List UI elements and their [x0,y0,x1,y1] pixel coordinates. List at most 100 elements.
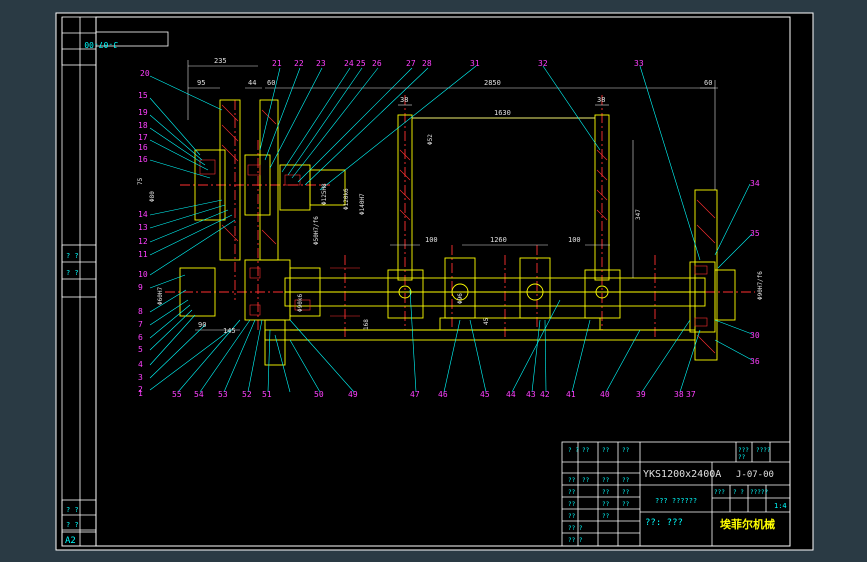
dim-phi50: Φ50H7/f6 [313,216,320,245]
balloon-right: 36 [750,357,760,366]
tb-cell: ??? [738,447,749,454]
dim-38-left: 38 [400,96,408,104]
balloon-left: 7 [138,320,143,329]
dim-phi90: Φ90k6 [297,294,304,312]
balloon-bottom: 51 [262,390,272,399]
balloon-left: 14 [138,210,148,219]
drawing-code-top: J-07-00 [84,40,118,49]
balloon-left: 16 [138,155,148,164]
tb-cell: ?? ? [568,537,583,544]
balloon-left: 12 [138,237,148,246]
balloon-left: 6 [138,333,143,342]
tb-cell: ?? [568,477,576,484]
balloon-right: 34 [750,179,760,188]
dim-347: 347 [635,209,642,220]
balloon-bottom: 54 [194,390,204,399]
tb-cell: ?? [622,501,630,508]
dim-60-right: 60 [704,79,712,87]
balloon-top: 21 [272,59,282,68]
tb-cell: ?? [602,501,610,508]
balloon-bottom: 46 [438,390,448,399]
balloon-right: 35 [750,229,760,238]
balloon-left: 16 [138,143,148,152]
balloon-left: 3 [138,373,143,382]
dim-phi52: Φ52 [427,134,434,145]
balloon-bottom: 55 [172,390,182,399]
dim-100-right: 100 [568,236,581,244]
balloon-left: 5 [138,345,143,354]
dim-235: 235 [214,57,227,65]
tb-cell: ?? [738,454,746,461]
balloon-left: 9 [138,283,143,292]
tb-cell: ??? [714,489,725,496]
balloon-bottom: 42 [540,390,550,399]
balloon-left: 1 [138,389,143,398]
tb-cell: ?? [568,513,576,520]
tb-cell: ?? [602,447,610,454]
balloon-left: 10 [138,270,148,279]
balloon-top: 20 [140,69,150,78]
balloon-top: 28 [422,59,432,68]
tb-cell: ?? [568,501,576,508]
dim-phi140: Φ140H7 [359,193,366,215]
dim-1260: 1260 [490,236,507,244]
balloon-left: 8 [138,307,143,316]
cad-drawing: ? ? ? ? ? ? ? ? A2 J-07-00 235 95 44 60 … [55,12,814,551]
dim-phi90-right: Φ90H7/f6 [757,271,764,300]
drawing-code-titleblock: J-07-00 [736,470,774,480]
scale-value: 1:4 [774,502,787,510]
dim-100-left: 100 [425,236,438,244]
balloon-bottom: 39 [636,390,646,399]
balloon-bottom: 43 [526,390,536,399]
dim-90: 90 [198,321,206,329]
balloon-left: 13 [138,223,148,232]
balloon-left: 4 [138,360,143,369]
dim-60-left: 60 [267,79,275,87]
dim-44: 44 [248,79,256,87]
left-label-4: ? ? [66,521,79,529]
balloon-bottom: 41 [566,390,576,399]
drawing-subtitle: ??: ??? [645,518,683,528]
company-name: 埃菲尔机械 [720,517,775,531]
dim-1630: 1630 [494,109,511,117]
dim-95: 95 [197,79,205,87]
dim-45: 45 [483,317,490,325]
sheet-size-label: A2 [65,536,76,546]
tb-cell: ?? [602,477,610,484]
balloon-bottom: 37 [686,390,696,399]
dim-145: 145 [223,327,236,335]
tb-cell: ?? ? [568,525,583,532]
balloon-bottom: 53 [218,390,228,399]
balloon-bottom: 38 [674,390,684,399]
balloon-bottom: 49 [348,390,358,399]
balloon-left: 11 [138,250,148,259]
tb-cell: ?? [568,489,576,496]
drawing-name: ??? ?????? [655,497,697,505]
balloon-left: 19 [138,108,148,117]
tb-cell: ? ? [733,489,744,496]
dim-phi60: Φ60H7 [157,287,164,305]
balloon-bottom: 47 [410,390,420,399]
balloon-bottom: 40 [600,390,610,399]
dim-38-right: 38 [597,96,605,104]
tb-cell: ?? [602,489,610,496]
balloon-left: 15 [138,91,148,100]
tb-cell: ? ? [568,447,579,454]
balloon-top: 31 [470,59,480,68]
balloon-right: 30 [750,331,760,340]
balloon-top: 26 [372,59,382,68]
dim-phi80: Φ80 [149,191,156,202]
dim-168: 168 [363,319,370,330]
balloon-top: 24 [344,59,354,68]
balloon-bottom: 44 [506,390,516,399]
tb-cell: ?? [622,447,630,454]
left-label-3: ? ? [66,506,79,514]
balloon-bottom: 52 [242,390,252,399]
balloon-top: 23 [316,59,326,68]
dim-phi120: Φ120k6 [343,188,350,210]
tb-cell: ?? [622,489,630,496]
balloon-top: 33 [634,59,644,68]
balloon-top: 32 [538,59,548,68]
left-label-2: ? ? [66,269,79,277]
tb-cell: ?? [602,513,610,520]
